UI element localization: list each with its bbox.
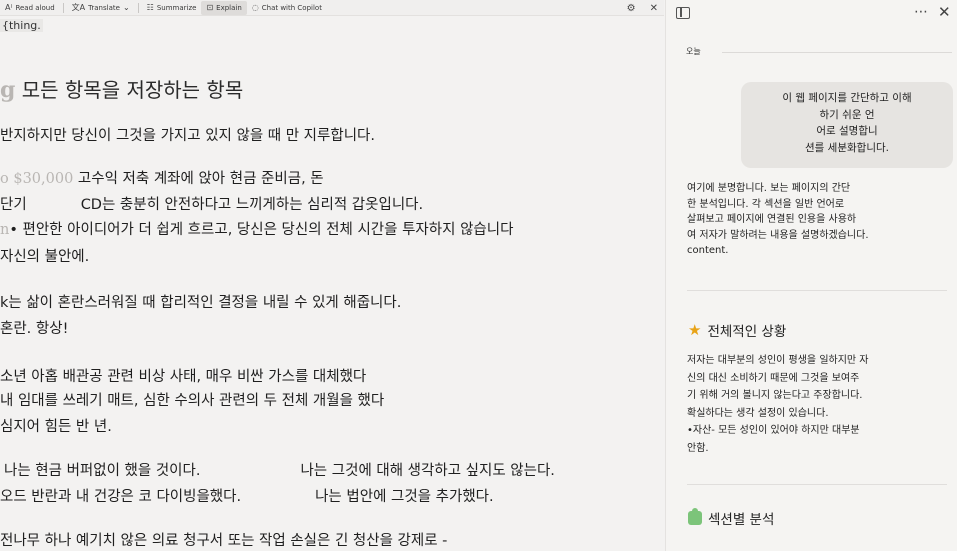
faded-amount: o $30,000 [0, 171, 74, 187]
paragraph-line-text: 고수익 저축 계좌에 앉아 현금 준비금, 돈 [77, 171, 324, 187]
sidebar-header: ⋯ ✕ [666, 0, 957, 30]
section-body: 저자는 대부분의 성인이 평생을 일하지만 자 신의 대신 소비하기 때문에 그… [687, 355, 869, 454]
paragraph-line-text: 오드 반란과 내 건강은 코 다이빙을했다. [0, 489, 242, 505]
section-title: 섹션별 분석 [708, 512, 775, 528]
explain-label: Explain [216, 3, 242, 12]
date-label: 오늘 [686, 47, 701, 56]
faded-marker: n [0, 222, 10, 238]
section-title: 전체적인 상황 [707, 324, 787, 340]
paragraph-line-text: 나는 그것에 대해 생각하고 싶지도 않는다. [300, 463, 555, 479]
sidebar-panel-icon[interactable] [676, 7, 690, 19]
chat-label: Chat with Copilot [261, 3, 322, 12]
paragraph-line: n• 편안한 아이디어가 더 쉽게 흐르고, 당신은 당신의 전체 시간을 투자… [0, 218, 513, 239]
paragraph-line: 반지하지만 당신이 그것을 가지고 있지 않을 때 만 지루합니다. [0, 128, 375, 144]
paragraph-line: 내 임대를 쓰레기 매트, 심한 수의사 관련의 두 전체 개월을 했다 [0, 393, 385, 409]
toolbar-right-controls: ⚙ ✕ [627, 0, 658, 16]
copilot-sidebar: ⋯ ✕ 오늘 이 웹 페이지를 간단하고 이해 하기 쉬운 언 어로 설명합니 … [665, 0, 957, 551]
heading-text: 모든 항목을 저장하는 항목 [21, 78, 244, 102]
paragraph-line: 혼란. 항상! [0, 321, 69, 337]
toolbar-divider [62, 2, 64, 13]
close-reader-icon[interactable]: ✕ [650, 3, 658, 14]
paragraph-line-text: 나는 법안에 그것을 추가했다. [315, 489, 494, 505]
paragraph-line: o $30,000 고수익 저축 계좌에 앉아 현금 준비금, 돈 [0, 167, 324, 188]
paragraph-line-text: CD는 충분히 안전하다고 느끼게하는 심리적 갑옷입니다. [80, 197, 424, 213]
explain-button[interactable]: ⊡ Explain [201, 0, 247, 15]
paragraph-line: 전나무 하나 예기치 않은 의료 청구서 또는 작업 손실은 긴 청산을 강제로… [0, 533, 448, 549]
paragraph-line: 자신의 불안에. [0, 249, 90, 265]
section-heading-big-picture: ★ 전체적인 상황 [688, 320, 786, 340]
article-content: {thing. g 모든 항목을 저장하는 항목 반지하지만 당신이 그것을 가… [0, 17, 664, 551]
translate-button[interactable]: 文A Translate ⌄ [67, 1, 135, 15]
paragraph-line-text: 단기 [0, 197, 27, 213]
chat-with-copilot-button[interactable]: ◌ Chat with Copilot [247, 1, 327, 15]
section-divider [687, 290, 947, 291]
translate-label: Translate [88, 3, 120, 12]
read-aloud-label: Read aloud [15, 3, 55, 12]
code-snippet-line: {thing. [0, 17, 43, 33]
paragraph-line: 오드 반란과 내 건강은 코 다이빙을했다. 나는 법안에 그것을 추가했다. [0, 485, 494, 506]
summarize-label: Summarize [156, 3, 197, 12]
summarize-icon: ☷ [146, 3, 154, 12]
paragraph-line-text: • 편안한 아이디어가 더 쉽게 흐르고, 당신은 당신의 전체 시간을 투자하… [9, 222, 514, 238]
reader-toolbar: A⁾ Read aloud 文A Translate ⌄ ☷ Summarize… [0, 0, 664, 16]
assistant-reply: 여기에 분명합니다. 보는 페이지의 간단 한 분석입니다. 각 섹션을 일반 … [687, 183, 869, 256]
code-snippet: {thing. [0, 19, 43, 32]
close-icon[interactable]: ✕ [938, 3, 951, 21]
chevron-down-icon: ⌄ [122, 3, 130, 12]
translate-icon: 文A [71, 3, 86, 12]
article-heading: g 모든 항목을 저장하는 항목 [0, 74, 243, 103]
read-aloud-button[interactable]: A⁾ Read aloud [0, 1, 60, 15]
paragraph-line: 단기 CD는 충분히 안전하다고 느끼게하는 심리적 갑옷입니다. [0, 193, 423, 214]
user-message-bubble: 이 웹 페이지를 간단하고 이해 하기 쉬운 언 어로 설명합니 션를 세분화합… [741, 82, 953, 168]
paragraph-line: 심지어 힘든 반 년. [0, 419, 112, 435]
date-divider [722, 52, 952, 53]
paragraph-line: 소년 아홉 배관공 관련 비상 사태, 매우 비싼 가스를 대체했다 [0, 369, 367, 385]
read-aloud-icon: A⁾ [5, 3, 13, 12]
summarize-button[interactable]: ☷ Summarize [142, 1, 202, 15]
puzzle-icon [688, 508, 702, 525]
section-heading-breakdown: 섹션별 분석 [688, 508, 774, 528]
paragraph-line: 나는 현금 버퍼없이 했을 것이다. 나는 그것에 대해 생각하고 싶지도 않는다… [0, 459, 555, 480]
chat-icon: ◌ [251, 3, 259, 12]
star-icon: ★ [688, 321, 702, 339]
more-options-icon[interactable]: ⋯ [914, 4, 929, 20]
paragraph-line-text: 나는 현금 버퍼없이 했을 것이다. [4, 463, 201, 479]
settings-gear-icon[interactable]: ⚙ [627, 3, 636, 14]
paragraph-line: k는 삶이 혼란스러워질 때 합리적인 결정을 내릴 수 있게 해줍니다. [0, 295, 402, 311]
heading-faded-letter: g [0, 77, 16, 103]
explain-icon: ⊡ [206, 3, 214, 12]
toolbar-divider [137, 2, 139, 13]
section-divider [687, 484, 947, 485]
